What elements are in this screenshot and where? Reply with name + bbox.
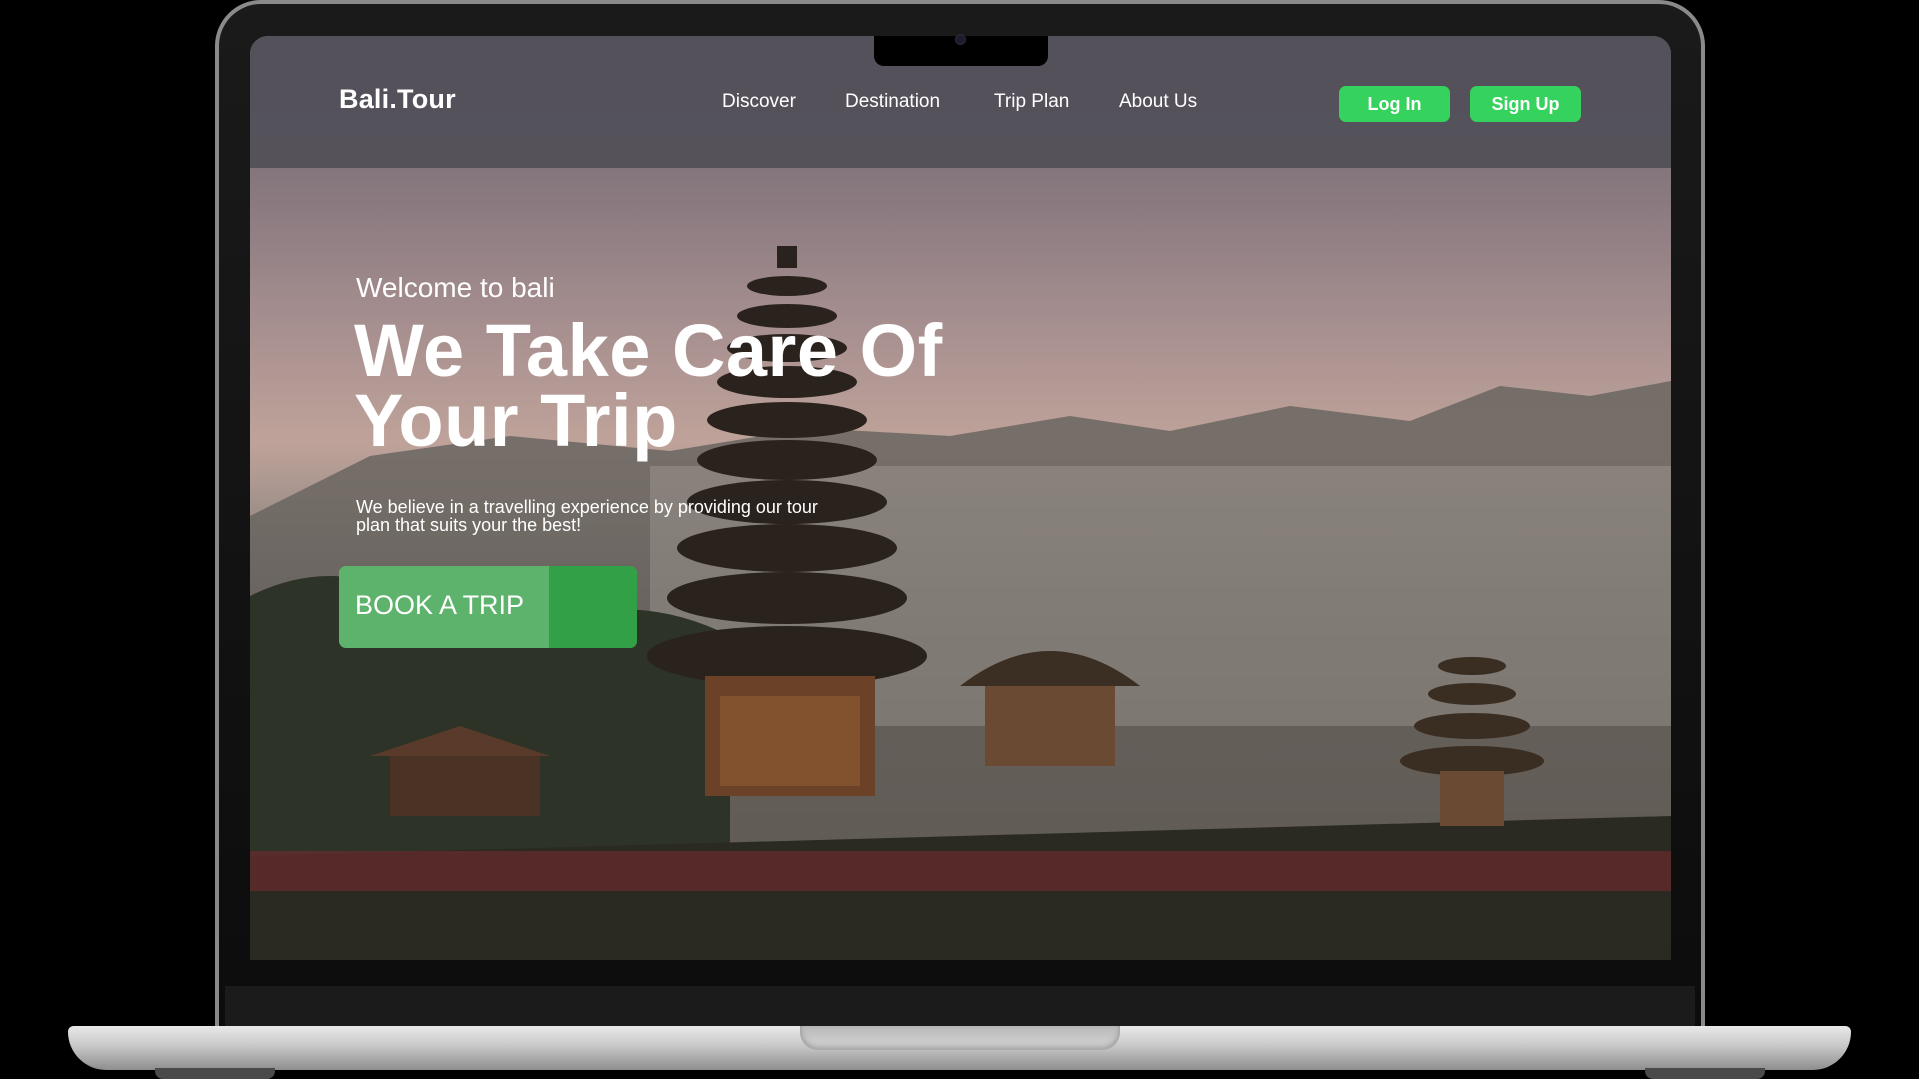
- laptop-screen: Bali.Tour Discover Destination Trip Plan…: [250, 36, 1671, 960]
- nav-link-destination[interactable]: Destination: [845, 91, 940, 113]
- nav-link-trip-plan[interactable]: Trip Plan: [994, 91, 1069, 113]
- login-button[interactable]: Log In: [1339, 86, 1450, 122]
- nav-link-discover[interactable]: Discover: [722, 91, 796, 113]
- signup-button[interactable]: Sign Up: [1470, 86, 1581, 122]
- laptop-opening-notch: [800, 1026, 1120, 1050]
- camera-icon: [955, 34, 966, 45]
- laptop-chin: [225, 986, 1695, 1028]
- hero-welcome-text: Welcome to bali: [356, 272, 555, 303]
- hero-subtitle: We believe in a travelling experience by…: [356, 497, 818, 535]
- nav-links: Discover Destination Trip Plan About Us: [250, 91, 1671, 121]
- laptop-foot-left: [155, 1068, 275, 1079]
- book-trip-button[interactable]: BOOK A TRIP: [339, 566, 637, 648]
- book-trip-button-accent: [549, 566, 637, 648]
- book-trip-label: BOOK A TRIP: [355, 590, 525, 620]
- laptop-foot-right: [1645, 1068, 1765, 1079]
- nav-link-about-us[interactable]: About Us: [1119, 91, 1197, 113]
- hero-headline: We Take Care Of Your Trip: [354, 309, 943, 462]
